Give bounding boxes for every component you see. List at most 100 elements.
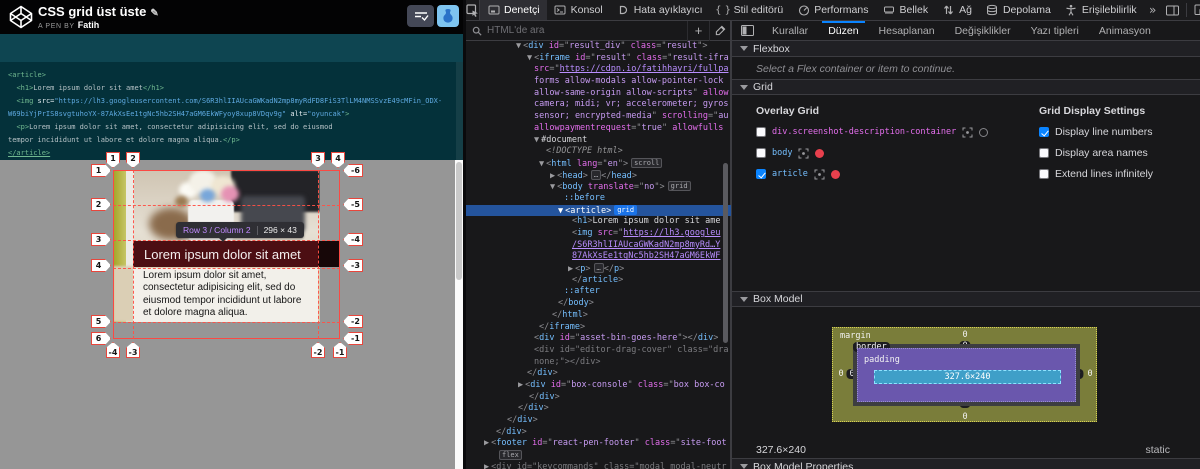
tree-row[interactable]: <div id="editor-drag-cover" class="dra	[466, 345, 731, 357]
responsive-button[interactable]	[1191, 1, 1200, 19]
sidebar-tab-hesaplanan[interactable]: Hesaplanan	[869, 21, 945, 40]
tree-row-selected[interactable]: ▼<article>grid	[466, 205, 731, 217]
box-model-border-box[interactable]: border padding 327.6×240	[853, 344, 1080, 406]
avatar[interactable]	[437, 5, 459, 27]
grid-section-header[interactable]: Grid	[732, 79, 1200, 95]
grid-settings-icon[interactable]	[962, 127, 973, 138]
tree-row[interactable]: allow-same-origin allow-scripts" allow	[466, 88, 731, 100]
margin-bottom-value[interactable]: 0	[962, 412, 967, 422]
codepen-logo-icon[interactable]	[8, 4, 34, 30]
tree-row[interactable]: /S6R3hlIIAUcaGWKadN2mp8myRd…Y	[466, 240, 731, 252]
tree-row[interactable]: <div id="asset-bin-goes-here"></div>	[466, 333, 731, 345]
html-editor[interactable]: <article> <h1>Lorem ipsum dolor sit amet…	[0, 62, 463, 160]
tree-row[interactable]: ▶<head>…</head>	[466, 170, 731, 182]
toggle-split-rules-button[interactable]	[732, 21, 762, 40]
tree-row[interactable]: ▼#document	[466, 135, 731, 147]
tree-row[interactable]: ▶<p>…</p>	[466, 263, 731, 275]
setting-label[interactable]: Extend lines infinitely	[1055, 168, 1153, 180]
search-input[interactable]: HTML'de ara	[487, 25, 687, 36]
tree-row[interactable]: ▼<iframe id="result" class="result-ifra	[466, 53, 731, 65]
sidebar-tab-yaz-tipleri[interactable]: Yazı tipleri	[1021, 21, 1089, 40]
tree-row[interactable]: ▶<div id="keycommands" class="modal moda…	[466, 462, 731, 469]
editor-scrollbar[interactable]	[456, 62, 463, 160]
tree-row[interactable]: ::before	[466, 193, 731, 205]
devtools-tab-konsol[interactable]: Konsol	[547, 0, 610, 20]
devtools-tab-a-[interactable]: Ağ	[935, 0, 979, 20]
tree-row[interactable]: <!DOCTYPE html>	[466, 146, 731, 158]
box-model-padding-box[interactable]: padding 327.6×240	[857, 348, 1076, 402]
tree-row[interactable]: flex	[466, 450, 731, 462]
margin-left-value[interactable]: 0	[838, 369, 843, 379]
devtools-tab-bellek[interactable]: Bellek	[875, 0, 935, 20]
devtools-tab-depolama[interactable]: Depolama	[979, 0, 1058, 20]
grid-color-swatch[interactable]	[831, 170, 840, 179]
setting-checkbox-display-line-numbers[interactable]	[1039, 127, 1049, 137]
setting-checkbox-display-area-names[interactable]	[1039, 148, 1049, 158]
overlay-grid-selector[interactable]: div.screenshot-description-container	[772, 127, 956, 137]
tree-row[interactable]: <h1>Lorem ipsum dolor sit ame	[466, 216, 731, 228]
flexbox-section-header[interactable]: Flexbox	[732, 41, 1200, 57]
change-view-button[interactable]	[407, 5, 434, 27]
edit-title-icon[interactable]: ✎	[150, 8, 158, 19]
tree-row[interactable]: ▼<body translate="no">grid	[466, 181, 731, 193]
tree-row[interactable]: camera; midi; vr; accelerometer; gyros	[466, 99, 731, 111]
tree-row[interactable]: 87AkXsEe1tgNc5hb2SH47aGM6EkWF	[466, 251, 731, 263]
pen-author[interactable]: Fatih	[78, 20, 100, 30]
overlay-grid-checkbox[interactable]	[756, 169, 766, 179]
grid-color-swatch[interactable]	[815, 149, 824, 158]
grid-settings-icon[interactable]	[798, 148, 809, 159]
box-model-diagram[interactable]: margin 0 0 0 0 0 0 0 0 0 0 0 0 border pa…	[832, 327, 1097, 422]
devtools-tab-denet-i[interactable]: Denetçi	[480, 0, 547, 20]
tree-row[interactable]: ▶<div id="box-console" class="box box-co	[466, 380, 731, 392]
devtools-tab-eri-ilebilirlik[interactable]: Erişilebilirlik	[1058, 0, 1144, 20]
add-node-button[interactable]: +	[687, 21, 709, 41]
sidebar-tab-d-zen[interactable]: Düzen	[818, 21, 868, 40]
box-model-section-header[interactable]: Box Model	[732, 291, 1200, 307]
tree-row[interactable]: </body>	[466, 298, 731, 310]
tree-row[interactable]: ▼<div id="result_div" class="result">	[466, 41, 731, 53]
pen-title[interactable]: CSS grid üst üste✎	[38, 4, 159, 19]
result-scrollbar-thumb[interactable]	[456, 162, 462, 280]
tree-row[interactable]: ▼<html lang="en">scroll	[466, 158, 731, 170]
overlay-grid-selector[interactable]: body	[772, 148, 792, 158]
tree-row[interactable]: </iframe>	[466, 322, 731, 334]
eyedropper-button[interactable]	[709, 21, 731, 41]
margin-right-value[interactable]: 0	[1087, 369, 1092, 379]
tree-row[interactable]: </div>	[466, 368, 731, 380]
devtools-tab-performans[interactable]: Performans	[790, 0, 875, 20]
devtools-tab-hata-ay-klay-c-[interactable]: Hata ayıklayıcı	[610, 0, 710, 20]
sidebar-tab-de-i-iklikler[interactable]: Değişiklikler	[945, 21, 1021, 40]
setting-label[interactable]: Display area names	[1055, 147, 1148, 159]
pick-element-button[interactable]	[466, 0, 480, 20]
split-button[interactable]	[1164, 1, 1182, 19]
setting-label[interactable]: Display line numbers	[1055, 126, 1152, 138]
tree-row[interactable]: sensor; encrypted-media" scrolling="au	[466, 111, 731, 123]
tree-row[interactable]: forms allow-modals allow-pointer-lock	[466, 76, 731, 88]
tree-row[interactable]: </div>	[466, 392, 731, 404]
margin-top-value[interactable]: 0	[962, 330, 967, 340]
tree-row[interactable]: <img src="https://lh3.googleu	[466, 228, 731, 240]
grid-color-swatch[interactable]	[979, 128, 988, 137]
tree-row[interactable]: </html>	[466, 310, 731, 322]
overlay-grid-checkbox[interactable]	[756, 127, 766, 137]
tree-row[interactable]: none;"></div>	[466, 357, 731, 369]
tree-row[interactable]: allowpaymentrequest="true" allowfulls	[466, 123, 731, 135]
sidebar-tab-animasyon[interactable]: Animasyon	[1089, 21, 1161, 40]
devtools-tab-stil-edit-r-[interactable]: { }Stil editörü	[710, 0, 791, 20]
tree-row[interactable]: src="https://cdpn.io/fatihhayri/fullpa	[466, 64, 731, 76]
tree-row[interactable]: </article>	[466, 275, 731, 287]
tree-row[interactable]: </div>	[466, 427, 731, 439]
setting-checkbox-extend-lines-infinitely[interactable]	[1039, 169, 1049, 179]
tree-row[interactable]: </div>	[466, 403, 731, 415]
tree-row[interactable]: ::after	[466, 286, 731, 298]
overlay-grid-selector[interactable]: article	[772, 169, 808, 179]
chevrons-button[interactable]: »	[1144, 1, 1162, 19]
tree-row[interactable]: ▶<footer id="react-pen-footer" class="si…	[466, 438, 731, 450]
overlay-grid-checkbox[interactable]	[756, 148, 766, 158]
sidebar-tab-kurallar[interactable]: Kurallar	[762, 21, 818, 40]
tree-row[interactable]: </div>	[466, 415, 731, 427]
box-model-content-box[interactable]: 327.6×240	[874, 370, 1061, 384]
box-model-properties-header[interactable]: Box Model Properties	[732, 458, 1200, 469]
grid-settings-icon[interactable]	[814, 169, 825, 180]
tree-scrollbar-thumb[interactable]	[723, 163, 728, 343]
